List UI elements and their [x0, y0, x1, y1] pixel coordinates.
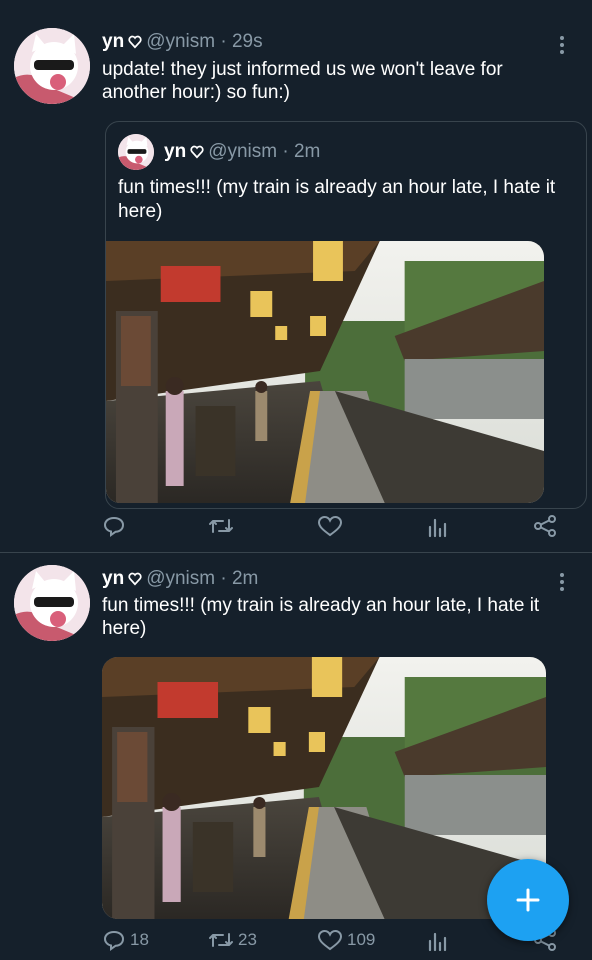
retweet-button[interactable] [208, 514, 238, 538]
reply-icon [103, 516, 125, 537]
plus-icon [516, 888, 540, 912]
tweet-actions: 18 23 109 [102, 928, 562, 958]
timestamp[interactable]: 2m [232, 568, 258, 589]
retweet-icon [209, 519, 233, 533]
like-button[interactable]: 109 [317, 928, 375, 952]
username[interactable]: @ynism [146, 568, 215, 589]
tweet-header: yn @ynism · 2m [102, 568, 258, 592]
share-button[interactable] [533, 514, 557, 538]
tweet[interactable]: yn @ynism · 29s update! they just informe… [0, 0, 592, 552]
timestamp[interactable]: 29s [232, 31, 263, 52]
like-button[interactable] [317, 514, 347, 538]
timestamp: 2m [293, 141, 321, 162]
tweet-text: update! they just informed us we won't l… [102, 59, 503, 103]
analytics-button[interactable] [427, 514, 449, 538]
avatar [118, 134, 154, 170]
reply-icon [103, 930, 125, 951]
tweet-photo[interactable] [106, 241, 544, 503]
reply-button[interactable] [102, 514, 130, 538]
retweet-count: 23 [238, 930, 257, 949]
quoted-tweet-header: yn @ynism · 2m [164, 141, 320, 165]
separator-dot: · [220, 568, 227, 589]
display-name[interactable]: yn [102, 568, 124, 589]
tweet-text: fun times!!! (my train is already an hou… [102, 595, 540, 639]
tweet-header: yn @ynism · 29s [102, 31, 263, 55]
tweet-photo[interactable] [102, 657, 546, 919]
more-vertical-icon[interactable] [552, 571, 572, 595]
quoted-tweet[interactable]: yn @ynism · 2m fun times!!! (my train is … [105, 121, 587, 509]
like-count: 109 [347, 930, 376, 949]
retweet-button[interactable]: 23 [208, 928, 257, 952]
analytics-button[interactable] [427, 928, 449, 952]
quoted-tweet-text: fun times!!! (my train is already an hou… [118, 177, 556, 222]
heart-icon [317, 515, 343, 537]
avatar[interactable] [14, 28, 90, 104]
avatar[interactable] [14, 565, 90, 641]
heart-icon [317, 929, 343, 951]
analytics-icon [428, 932, 447, 952]
display-name: yn [164, 141, 187, 162]
reply-button[interactable]: 18 [102, 928, 149, 952]
display-name[interactable]: yn [102, 31, 124, 52]
share-icon [534, 515, 556, 537]
retweet-icon [209, 933, 233, 947]
username[interactable]: @ynism [146, 31, 215, 52]
analytics-icon [428, 518, 447, 538]
compose-tweet-button[interactable] [487, 859, 569, 941]
separator-dot: · [282, 141, 289, 162]
username: @ynism [208, 141, 278, 162]
heart-emoji-icon [128, 570, 142, 592]
more-vertical-icon[interactable] [552, 34, 572, 58]
heart-emoji-icon [128, 33, 142, 55]
separator-dot: · [220, 31, 227, 52]
tweet-actions [102, 514, 562, 544]
reply-count: 18 [130, 930, 149, 949]
heart-emoji-icon [190, 143, 204, 165]
